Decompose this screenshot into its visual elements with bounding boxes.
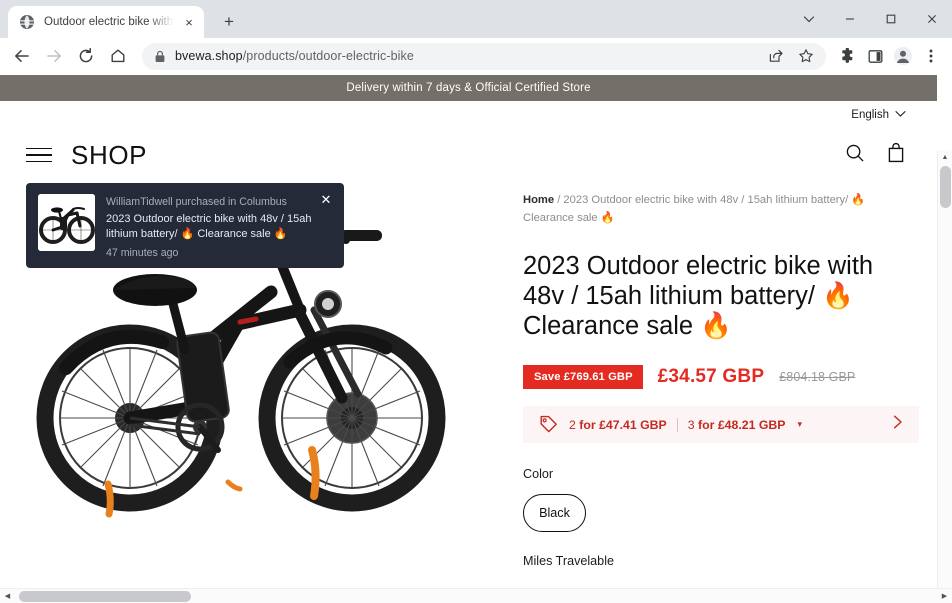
site-header: SHOP (0, 128, 937, 182)
hamburger-icon[interactable] (26, 147, 52, 163)
browser-tab[interactable]: Outdoor electric bike with 48v / 1 × (8, 6, 204, 38)
address-bar[interactable]: bvewa.shop/products/outdoor-electric-bik… (142, 42, 826, 70)
toast-content: WilliamTidwell purchased in Columbus 202… (106, 194, 332, 259)
breadcrumb-home[interactable]: Home (523, 194, 554, 206)
compare-price: £804.18 GBP (779, 370, 856, 384)
side-panel-icon[interactable] (861, 42, 889, 70)
share-icon[interactable] (762, 42, 790, 70)
reload-icon[interactable] (71, 41, 101, 71)
vertical-scroll-thumb[interactable] (940, 166, 951, 208)
volume-offer-1-qty: 2 (569, 417, 576, 432)
breadcrumb-separator: / (557, 194, 561, 206)
horizontal-scroll-track[interactable] (15, 589, 937, 603)
search-icon[interactable] (845, 143, 865, 168)
maximize-button[interactable] (870, 3, 911, 35)
volume-offer-1[interactable]: 2 for £47.41 GBP (569, 418, 667, 432)
announcement-bar: Delivery within 7 days & Official Certif… (0, 75, 937, 101)
breadcrumb: Home / 2023 Outdoor electric bike with 4… (523, 192, 887, 227)
scroll-up-arrow[interactable]: ▲ (938, 150, 952, 165)
horizontal-scrollbar[interactable]: ◀ ▶ (0, 588, 952, 603)
chevron-down-icon (895, 109, 906, 121)
omnibox-actions (762, 42, 820, 70)
browser-window: Outdoor electric bike with 48v / 1 × + (0, 0, 952, 603)
extensions-icon[interactable] (833, 42, 861, 70)
tab-close-icon[interactable]: × (180, 13, 198, 31)
brand-group: SHOP (26, 140, 147, 171)
toast-headline: WilliamTidwell purchased in Columbus (106, 196, 287, 208)
color-swatch-black[interactable]: Black (523, 494, 586, 532)
tab-search-chevron-icon[interactable] (788, 3, 829, 35)
page-title: 2023 Outdoor electric bike with 48v / 15… (523, 252, 874, 340)
language-selector[interactable]: English (851, 109, 906, 121)
web-page: Delivery within 7 days & Official Certif… (0, 75, 937, 588)
volume-offer-2[interactable]: 3 for £48.21 GBP (688, 418, 786, 432)
chevron-right-icon[interactable] (891, 414, 904, 435)
close-window-button[interactable] (911, 3, 952, 35)
purchase-notification-toast[interactable]: WilliamTidwell purchased in Columbus 202… (26, 183, 344, 268)
more-menu-icon[interactable] (917, 42, 945, 70)
shopping-bag-icon[interactable] (886, 142, 906, 168)
lock-icon (154, 50, 166, 63)
page-viewport: Delivery within 7 days & Official Certif… (0, 75, 952, 603)
option-label-color: Color (523, 467, 554, 481)
bookmark-star-icon[interactable] (792, 42, 820, 70)
profile-avatar-icon[interactable] (889, 42, 917, 70)
header-icons (845, 142, 906, 168)
toast-timestamp: 47 minutes ago (106, 247, 179, 259)
option-label-miles: Miles Travelable (523, 554, 614, 568)
vertical-scrollbar[interactable]: ▲ ▼ (937, 150, 952, 603)
language-label: English (851, 108, 889, 121)
globe-icon (19, 14, 35, 30)
horizontal-scroll-thumb[interactable] (19, 590, 191, 602)
scroll-left-arrow[interactable]: ◀ (0, 592, 15, 600)
volume-discount-bar[interactable]: 2 for £47.41 GBP 3 for £48.21 GBP ▾ (523, 406, 919, 443)
volume-separator (676, 417, 678, 432)
home-icon[interactable] (103, 41, 133, 71)
toast-close-icon[interactable]: ✕ (317, 191, 335, 209)
window-controls (788, 0, 952, 38)
volume-caret-icon[interactable]: ▾ (798, 419, 803, 430)
forward-icon (39, 41, 69, 71)
current-price: £34.57 GBP (657, 366, 765, 387)
toast-product-name[interactable]: 2023 Outdoor electric bike with 48v / 15… (106, 212, 332, 242)
site-logo[interactable]: SHOP (71, 140, 147, 171)
price-tag-icon (539, 415, 558, 434)
back-icon[interactable] (7, 41, 37, 71)
product-details: Home / 2023 Outdoor electric bike with 4… (467, 182, 919, 568)
tab-strip: Outdoor electric bike with 48v / 1 × + (0, 0, 952, 38)
bike-thumbnail (38, 194, 95, 251)
price-row: Save £769.61 GBP £34.57 GBP £804.18 GBP (523, 365, 887, 389)
save-badge: Save £769.61 GBP (523, 365, 643, 389)
volume-offer-2-qty: 3 (687, 417, 695, 432)
tab-title: Outdoor electric bike with 48v / 1 (44, 16, 178, 28)
volume-offer-2-text: for £48.21 GBP (698, 417, 786, 432)
volume-offers: 2 for £47.41 GBP 3 for £48.21 GBP ▾ (569, 417, 891, 432)
minimize-button[interactable] (829, 3, 870, 35)
volume-offer-1-text: for £47.41 GBP (579, 417, 667, 432)
scroll-right-arrow[interactable]: ▶ (937, 592, 952, 600)
browser-toolbar: bvewa.shop/products/outdoor-electric-bik… (0, 38, 952, 75)
new-tab-button[interactable]: + (215, 8, 243, 36)
breadcrumb-current: 2023 Outdoor electric bike with 48v / 15… (523, 194, 866, 224)
address-bar-url: bvewa.shop/products/outdoor-electric-bik… (175, 49, 414, 63)
language-row: English (0, 101, 937, 128)
